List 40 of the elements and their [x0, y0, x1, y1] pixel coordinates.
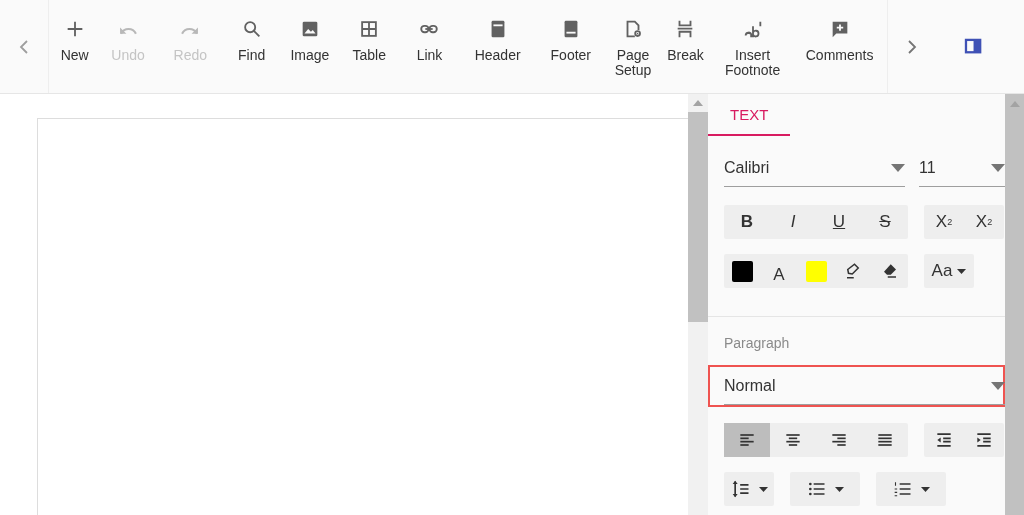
scrollbar[interactable]: [688, 94, 708, 515]
panel-tab[interactable]: TEXT: [708, 94, 791, 136]
toolbar-button[interactable]: Link: [396, 0, 463, 93]
highlighter-icon: [844, 262, 862, 280]
dropdown-caret-icon: [758, 486, 768, 492]
indent-icon: [974, 430, 994, 450]
dropdown-caret-icon: [891, 163, 905, 172]
numbered-list-icon: [892, 479, 913, 499]
toolbar-button[interactable]: Insert Footnote: [713, 0, 793, 93]
scroll-up-icon: [1009, 101, 1020, 107]
dropdown-caret-icon: [991, 163, 1005, 172]
align-button[interactable]: [724, 423, 770, 457]
dropdown-caret-icon: [920, 486, 930, 492]
script-button[interactable]: X$^{2}$: [924, 205, 964, 239]
dropdown-caret-icon: [834, 486, 844, 492]
format-button[interactable]: B: [724, 205, 770, 239]
chevron-left-icon: [18, 37, 30, 56]
format-button[interactable]: U: [816, 205, 862, 239]
indent-icon: [934, 430, 954, 450]
toolbar-button[interactable]: Page Setup: [608, 0, 658, 93]
toolbar-button[interactable]: Break: [657, 0, 714, 93]
chevron-right-icon: [906, 37, 918, 56]
line-spacing-icon: [730, 479, 751, 499]
change-case-button[interactable]: Aa: [924, 254, 974, 288]
format-button[interactable]: I: [770, 205, 816, 239]
scrollbar[interactable]: [1005, 94, 1024, 515]
toolbar-button[interactable]: Comments: [792, 0, 888, 93]
font-dropdown[interactable]: Calibri: [724, 149, 905, 187]
dropdown-caret-icon: [991, 381, 1005, 390]
toolbar-button[interactable]: Footer: [533, 0, 609, 93]
scroll-up-icon: [693, 100, 703, 106]
toolbar-button[interactable]: Find: [224, 0, 279, 93]
toolbar-button[interactable]: Image: [278, 0, 342, 93]
toolbar-button[interactable]: Header: [462, 0, 534, 93]
dropdown-caret-icon: [957, 268, 967, 274]
eraser-icon: [881, 262, 899, 280]
toolbar-button[interactable]: Table: [341, 0, 397, 93]
section-heading: Paragraph: [724, 335, 791, 351]
format-button[interactable]: S: [862, 205, 908, 239]
toolbar-button[interactable]: New: [49, 0, 101, 93]
